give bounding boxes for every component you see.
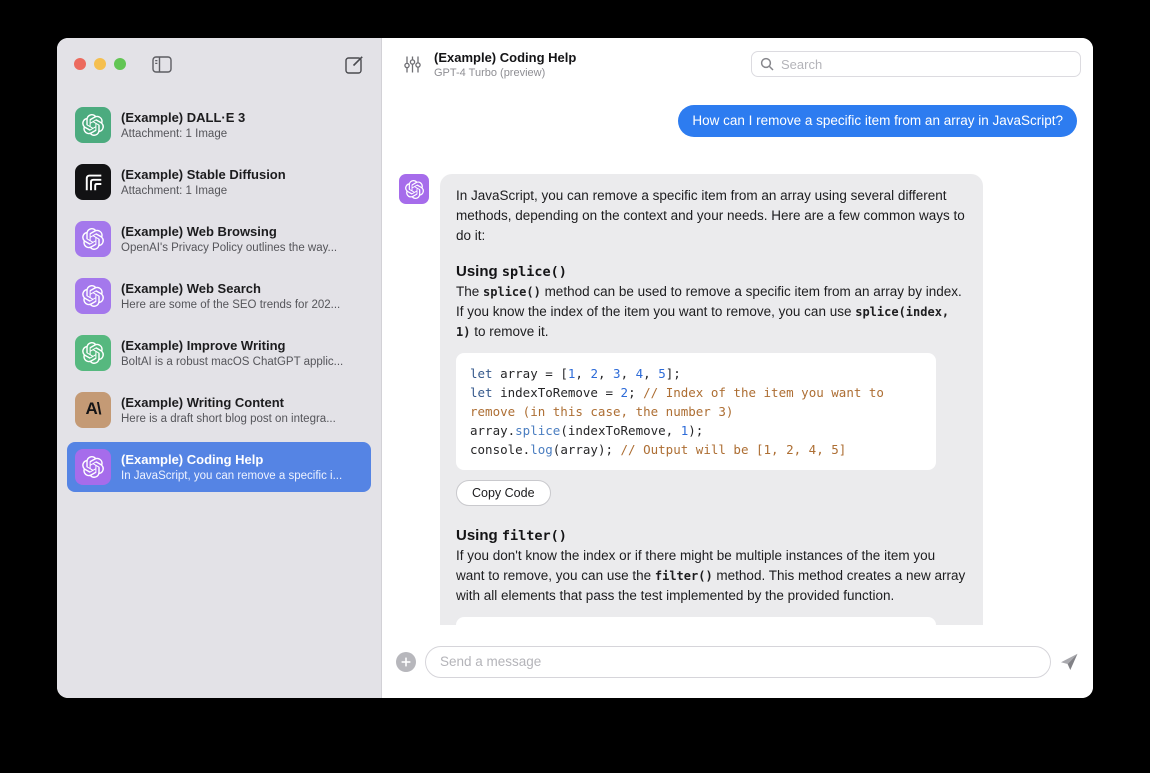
assistant-avatar — [399, 174, 429, 204]
composer-bar — [382, 625, 1093, 698]
stability-logo-icon — [85, 174, 102, 191]
conversation-icon — [75, 449, 111, 485]
conversation-subtitle: Attachment: 1 Image — [121, 128, 228, 140]
filter-description-paragraph: If you don't know the index or if there … — [456, 548, 966, 603]
conversation-list-item[interactable]: (Example) DALL·E 3 Attachment: 1 Image — [67, 100, 371, 150]
assistant-message-bubble: In JavaScript, you can remove a specific… — [440, 174, 983, 625]
conversation-list-item[interactable]: (Example) Improve Writing BoltAI is a ro… — [67, 328, 371, 378]
conversation-title: (Example) DALL·E 3 — [121, 110, 246, 125]
section-heading-splice: Using splice() — [456, 263, 567, 280]
conversation-title: (Example) Stable Diffusion — [121, 167, 286, 182]
app-window: (Example) DALL·E 3 Attachment: 1 Image (… — [57, 38, 1093, 698]
code-block-splice[interactable]: let array = [1, 2, 3, 4, 5]; let indexTo… — [456, 353, 936, 470]
attach-plus-button[interactable] — [396, 651, 416, 672]
splice-description-paragraph: The splice() method can be used to remov… — [456, 284, 962, 339]
openai-logo-icon — [82, 285, 104, 307]
openai-logo-icon — [82, 228, 104, 250]
conversation-list: (Example) DALL·E 3 Attachment: 1 Image (… — [57, 90, 381, 502]
send-message-button[interactable] — [1060, 653, 1079, 671]
search-icon — [760, 57, 774, 71]
conversation-icon — [75, 107, 111, 143]
conversation-list-item[interactable]: (Example) Coding Help In JavaScript, you… — [67, 442, 371, 492]
conversation-icon: A\ — [75, 392, 111, 428]
anthropic-logo-icon: A\ — [85, 399, 102, 418]
conversation-title: (Example) Improve Writing — [121, 338, 286, 353]
close-window-button[interactable] — [74, 58, 86, 70]
conversation-title: (Example) Web Search — [121, 281, 261, 296]
toggle-sidebar-icon[interactable] — [152, 55, 172, 73]
code-line: array.splice(indexToRemove, 1); — [470, 423, 704, 438]
openai-logo-icon — [404, 179, 424, 199]
conversation-subtitle: In JavaScript, you can remove a specific… — [121, 470, 343, 482]
conversation-list-item[interactable]: (Example) Web Browsing OpenAI's Privacy … — [67, 214, 371, 264]
search-field[interactable] — [751, 51, 1081, 77]
model-settings-sliders-icon[interactable] — [404, 55, 421, 74]
conversation-title: (Example) Coding Help — [121, 452, 264, 467]
openai-logo-icon — [82, 456, 104, 478]
user-message-bubble: How can I remove a specific item from an… — [678, 105, 1077, 137]
message-input[interactable] — [425, 645, 1051, 678]
conversation-icon — [75, 335, 111, 371]
code-block-filter-clipped — [456, 617, 936, 625]
chat-header: (Example) Coding Help GPT-4 Turbo (previ… — [382, 38, 1093, 90]
openai-logo-icon — [82, 114, 104, 136]
assistant-intro-paragraph: In JavaScript, you can remove a specific… — [456, 188, 965, 243]
conversation-icon — [75, 164, 111, 200]
section-heading-filter: Using filter() — [456, 527, 567, 544]
search-input[interactable] — [779, 55, 1072, 73]
chat-title: (Example) Coding Help — [434, 49, 577, 65]
code-line: console.log(array); // Output will be [1… — [470, 442, 847, 457]
message-scroll-area[interactable]: How can I remove a specific item from an… — [382, 90, 1093, 625]
assistant-message-row: In JavaScript, you can remove a specific… — [399, 174, 1077, 625]
conversation-list-item[interactable]: (Example) Web Search Here are some of th… — [67, 271, 371, 321]
new-chat-compose-icon[interactable] — [345, 55, 364, 74]
user-message-row: How can I remove a specific item from an… — [399, 105, 1077, 137]
traffic-lights — [74, 58, 126, 70]
sidebar-toolbar — [57, 38, 381, 90]
copy-code-button[interactable]: Copy Code — [456, 480, 551, 506]
conversation-title: (Example) Writing Content — [121, 395, 284, 410]
sidebar: (Example) DALL·E 3 Attachment: 1 Image (… — [57, 38, 382, 698]
conversation-subtitle: OpenAI's Privacy Policy outlines the way… — [121, 242, 338, 254]
chat-pane: (Example) Coding Help GPT-4 Turbo (previ… — [382, 38, 1093, 698]
minimize-window-button[interactable] — [94, 58, 106, 70]
send-paper-plane-icon — [1061, 653, 1078, 670]
conversation-subtitle: Attachment: 1 Image — [121, 185, 228, 197]
conversation-list-item[interactable]: A\ (Example) Writing Content Here is a d… — [67, 385, 371, 435]
chat-model-subtitle: GPT-4 Turbo (preview) — [434, 66, 546, 79]
code-line: let array = [1, 2, 3, 4, 5]; — [470, 366, 681, 381]
openai-logo-icon — [82, 342, 104, 364]
conversation-subtitle: BoltAI is a robust macOS ChatGPT applic.… — [121, 356, 344, 368]
conversation-title: (Example) Web Browsing — [121, 224, 277, 239]
conversation-subtitle: Here is a draft short blog post on integ… — [121, 413, 336, 425]
conversation-icon — [75, 221, 111, 257]
zoom-window-button[interactable] — [114, 58, 126, 70]
conversation-list-item[interactable]: (Example) Stable Diffusion Attachment: 1… — [67, 157, 371, 207]
conversation-icon — [75, 278, 111, 314]
desktop: { "colors": { "traffic_red": "#ec6a5e", … — [0, 0, 1150, 773]
code-line: let indexToRemove = 2; // Index of the i… — [470, 385, 892, 419]
conversation-subtitle: Here are some of the SEO trends for 202.… — [121, 299, 341, 311]
